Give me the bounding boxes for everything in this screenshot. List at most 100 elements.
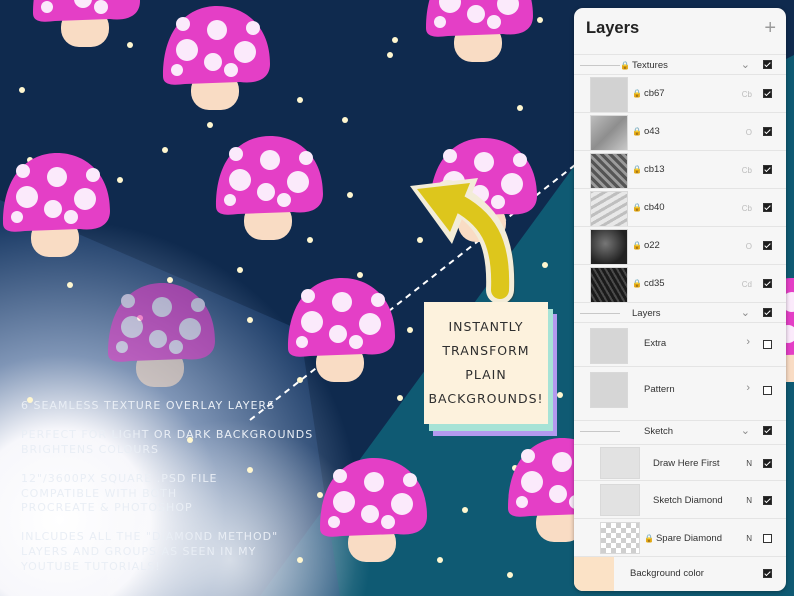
group-row-layers[interactable]: Layers ⌄ <box>574 302 786 323</box>
layer-name: 🔒 o22 <box>632 240 660 251</box>
layer-row-o43[interactable]: 🔒 o43 O <box>574 112 786 151</box>
blend-mode[interactable]: N <box>746 459 752 468</box>
visibility-checkbox[interactable] <box>763 60 772 69</box>
chevron-down-icon[interactable]: ⌄ <box>741 424 750 437</box>
feature-2: perfect for light or dark backgrounds bri… <box>21 428 351 457</box>
layer-label: cb67 <box>643 88 665 99</box>
sparkle-dot <box>437 557 443 563</box>
layer-thumbnail <box>590 229 628 265</box>
layer-name: 🔒 cd35 <box>632 278 665 289</box>
lock-icon: 🔒 <box>620 61 630 70</box>
feature-3: 12"/3600px square .PSD file compatible wi… <box>21 472 351 516</box>
visibility-checkbox[interactable] <box>763 241 772 250</box>
blend-mode[interactable]: N <box>746 496 752 505</box>
layer-label: Spare Diamond <box>655 533 722 544</box>
lock-icon: 🔒 <box>632 241 642 250</box>
sparkle-dot <box>342 117 348 123</box>
plus-icon[interactable]: + <box>764 17 776 40</box>
blend-mode[interactable]: N <box>746 534 752 543</box>
layer-name: 🔒 cb67 <box>632 88 665 99</box>
visibility-checkbox[interactable] <box>763 308 772 317</box>
sparkle-dot <box>542 262 548 268</box>
sparkle-dot <box>397 395 403 401</box>
visibility-checkbox[interactable] <box>763 340 772 349</box>
feature-line: youtube tutorials! <box>21 559 161 573</box>
visibility-checkbox[interactable] <box>763 459 772 468</box>
sparkle-dot <box>247 317 253 323</box>
layer-row-cd35[interactable]: 🔒 cd35 Cd <box>574 264 786 303</box>
lock-icon: 🔒 <box>632 279 642 288</box>
visibility-checkbox[interactable] <box>763 386 772 395</box>
sparkle-dot <box>167 277 173 283</box>
group-name: 🔒 Textures <box>620 60 668 71</box>
layer-row-spare-diamond[interactable]: 🔒 Spare Diamond N <box>574 518 786 557</box>
blend-mode[interactable]: O <box>746 242 752 251</box>
visibility-checkbox[interactable] <box>763 203 772 212</box>
background-color-swatch[interactable] <box>574 557 614 591</box>
layer-row-cb40[interactable]: 🔒 cb40 Cb <box>574 188 786 227</box>
group-row-extra[interactable]: Extra › <box>574 322 786 367</box>
group-label: Extra <box>644 338 667 349</box>
layer-row-o22[interactable]: 🔒 o22 O <box>574 226 786 265</box>
chevron-down-icon[interactable]: ⌄ <box>741 58 750 71</box>
group-row-sketch[interactable]: Sketch ⌄ <box>574 420 786 441</box>
feature-line: procreate & photoshop <box>21 501 193 515</box>
layer-thumbnail <box>590 115 628 151</box>
chevron-down-icon[interactable]: ⌄ <box>741 306 750 319</box>
layer-label: cb40 <box>643 202 665 213</box>
blend-mode[interactable]: O <box>746 128 752 137</box>
layer-label: cb13 <box>643 164 665 175</box>
group-label: Textures <box>631 60 668 71</box>
feature-1: 6 seamless texture overlay layers <box>21 399 351 414</box>
blend-mode[interactable]: Cd <box>742 280 752 289</box>
sparkle-dot <box>237 267 243 273</box>
layer-label: o22 <box>643 240 660 251</box>
lock-icon: 🔒 <box>632 89 642 98</box>
sparkle-dot <box>507 572 513 578</box>
visibility-checkbox[interactable] <box>763 127 772 136</box>
sparkle-dot <box>392 37 398 43</box>
feature-4: inlcudes all the "diamond method" layers … <box>21 530 351 574</box>
layer-row-sketch-diamond[interactable]: Sketch Diamond N <box>574 480 786 519</box>
layers-panel: Layers + 🔒 Textures ⌄ 🔒 cb67 Cb 🔒 o43 O 🔒 cb… <box>574 8 786 591</box>
chevron-right-icon[interactable]: › <box>746 382 750 394</box>
visibility-checkbox[interactable] <box>763 534 772 543</box>
visibility-checkbox[interactable] <box>763 279 772 288</box>
visibility-checkbox[interactable] <box>763 569 772 578</box>
background-color-row[interactable]: Background color <box>574 556 786 591</box>
feature-line: compatible with both <box>21 486 178 500</box>
blend-mode[interactable]: Cb <box>742 90 752 99</box>
sparkle-dot <box>307 237 313 243</box>
group-row-pattern[interactable]: Pattern › <box>574 366 786 413</box>
group-thumbnail <box>590 328 628 364</box>
sparkle-dot <box>387 52 393 58</box>
visibility-checkbox[interactable] <box>763 426 772 435</box>
sparkle-dot <box>462 507 468 513</box>
feature-line: 6 seamless texture overlay layers <box>21 399 276 412</box>
callout-line: PLAIN <box>465 367 507 382</box>
layer-thumbnail <box>590 191 628 227</box>
layer-label: Draw Here First <box>653 458 720 469</box>
visibility-checkbox[interactable] <box>763 496 772 505</box>
layers-panel-header: Layers + <box>574 8 786 54</box>
layer-row-draw-here-first[interactable]: Draw Here First N <box>574 444 786 481</box>
layer-name: 🔒 cb40 <box>632 202 665 213</box>
group-row-textures[interactable]: 🔒 Textures ⌄ <box>574 54 786 75</box>
sparkle-dot <box>127 42 133 48</box>
group-thumbnail <box>590 372 628 408</box>
layer-thumbnail <box>600 522 640 554</box>
visibility-checkbox[interactable] <box>763 89 772 98</box>
sparkle-dot <box>517 105 523 111</box>
blend-mode[interactable]: Cb <box>742 166 752 175</box>
feature-line: inlcudes all the "diamond method" <box>21 530 279 544</box>
layer-thumbnail <box>590 153 628 189</box>
chevron-right-icon[interactable]: › <box>746 336 750 348</box>
sparkle-dot <box>207 122 213 128</box>
feature-line: perfect for light or dark backgrounds <box>21 428 314 442</box>
blend-mode[interactable]: Cb <box>742 204 752 213</box>
background-color-label: Background color <box>630 568 704 579</box>
layer-label: cd35 <box>643 278 665 289</box>
layer-row-cb67[interactable]: 🔒 cb67 Cb <box>574 74 786 113</box>
visibility-checkbox[interactable] <box>763 165 772 174</box>
layer-row-cb13[interactable]: 🔒 cb13 Cb <box>574 150 786 189</box>
